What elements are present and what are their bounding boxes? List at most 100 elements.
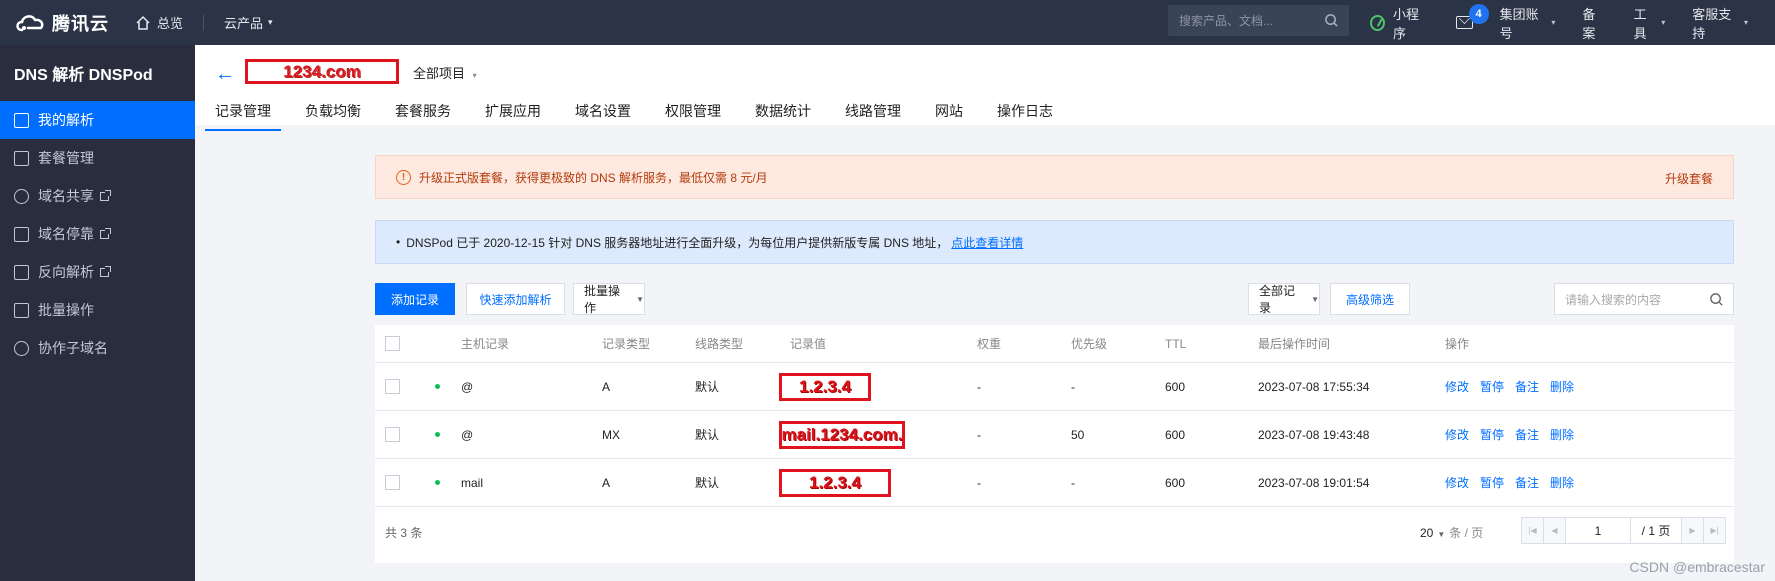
- search-icon[interactable]: [1709, 292, 1724, 307]
- add-record-button[interactable]: 添加记录: [375, 283, 455, 315]
- brand-logo[interactable]: 腾讯云: [0, 10, 127, 36]
- row-checkbox[interactable]: [385, 427, 400, 442]
- delete-link[interactable]: 删除: [1550, 426, 1574, 443]
- type-cell: A: [602, 379, 611, 394]
- support-menu[interactable]: 客服支持 ▾: [1692, 4, 1748, 42]
- line-cell: 默认: [695, 380, 720, 394]
- tab-records[interactable]: 记录管理: [205, 101, 281, 131]
- tab-statistics[interactable]: 数据统计: [755, 101, 811, 124]
- col-value: 记录值: [790, 337, 827, 351]
- remark-link[interactable]: 备注: [1515, 474, 1539, 491]
- tab-operation-log[interactable]: 操作日志: [997, 101, 1053, 124]
- delete-link[interactable]: 删除: [1550, 378, 1574, 395]
- external-link-icon: [100, 227, 111, 239]
- pause-link[interactable]: 暂停: [1480, 426, 1504, 443]
- ttl-cell: 600: [1165, 427, 1186, 442]
- time-cell: 2023-07-08 19:01:54: [1258, 475, 1370, 490]
- sidebar-item-my-dns[interactable]: 我的解析: [0, 101, 195, 139]
- tools-menu[interactable]: 工具 ▾: [1634, 4, 1666, 42]
- mini-program-link[interactable]: 小程序: [1370, 4, 1429, 42]
- back-arrow-icon[interactable]: ←: [215, 63, 235, 86]
- sidebar-item-packages[interactable]: 套餐管理: [0, 139, 195, 177]
- batch-icon: [14, 302, 29, 318]
- tab-lines[interactable]: 线路管理: [845, 101, 901, 124]
- pagination: |◀ ◀ 1 / 1 页 ▶ ▶|: [1521, 517, 1726, 544]
- prev-page-icon[interactable]: ◀: [1544, 518, 1566, 543]
- status-enabled-icon: [435, 384, 440, 389]
- record-filter-select[interactable]: 全部记录 ▼: [1248, 283, 1320, 315]
- last-page-icon[interactable]: ▶|: [1703, 518, 1725, 543]
- sidebar-item-domain-share[interactable]: 域名共享: [0, 177, 195, 215]
- nav-products-menu[interactable]: 云产品 ▾: [224, 13, 273, 32]
- tab-domain-settings[interactable]: 域名设置: [575, 101, 631, 124]
- package-icon: [14, 150, 29, 166]
- remark-link[interactable]: 备注: [1515, 426, 1539, 443]
- tab-extensions[interactable]: 扩展应用: [485, 101, 541, 124]
- sidebar-item-domain-parking[interactable]: 域名停靠: [0, 215, 195, 253]
- page-size-value: 20: [1420, 526, 1434, 540]
- weight-cell: -: [977, 427, 981, 442]
- sidebar-item-subdomain[interactable]: 协作子域名: [0, 329, 195, 367]
- page-size-select[interactable]: 20 ▼ 条 / 页: [1420, 524, 1483, 541]
- select-all-checkbox[interactable]: [385, 336, 400, 351]
- select-all-cell: [385, 325, 400, 362]
- pause-link[interactable]: 暂停: [1480, 474, 1504, 491]
- first-page-icon[interactable]: |◀: [1522, 518, 1544, 543]
- sidebar-item-label: 套餐管理: [38, 150, 94, 166]
- batch-operations-select[interactable]: 批量操作 ▼: [573, 283, 645, 315]
- mail-button[interactable]: 4: [1455, 4, 1489, 29]
- top-search-input[interactable]: 搜索产品、文档...: [1168, 5, 1349, 36]
- record-link[interactable]: 备案: [1582, 4, 1606, 42]
- next-page-icon[interactable]: ▶: [1681, 518, 1703, 543]
- project-select[interactable]: 全部项目 ▾: [413, 63, 477, 82]
- ttl-cell: 600: [1165, 379, 1186, 394]
- details-link[interactable]: 点此查看详情: [951, 234, 1023, 251]
- edit-link[interactable]: 修改: [1445, 474, 1469, 491]
- sidebar-title: DNS 解析 DNSPod: [14, 67, 153, 84]
- value-text: mail.1234.com.: [781, 424, 903, 444]
- chevron-down-icon: ▾: [1743, 18, 1748, 27]
- edit-link[interactable]: 修改: [1445, 378, 1469, 395]
- nav-divider: [203, 14, 205, 31]
- upgrade-package-link[interactable]: 升级套餐: [1665, 170, 1713, 187]
- table-header: 主机记录 记录类型 线路类型 记录值 权重 优先级 TTL 最后操作时间 操作: [375, 325, 1734, 363]
- dns-icon: [14, 112, 29, 128]
- globe-icon: [14, 340, 29, 356]
- sidebar-item-reverse-dns[interactable]: 反向解析: [0, 253, 195, 291]
- tab-permissions[interactable]: 权限管理: [665, 101, 721, 124]
- row-checkbox-cell: [385, 411, 400, 458]
- page-number-input[interactable]: 1: [1566, 518, 1631, 543]
- chevron-down-icon: ▼: [636, 294, 644, 304]
- domain-name: 1234.com: [245, 59, 399, 84]
- top-search-placeholder: 搜索产品、文档...: [1179, 14, 1274, 28]
- page-size-unit: 条 / 页: [1449, 526, 1484, 540]
- group-account-menu[interactable]: 集团账号 ▾: [1500, 4, 1556, 42]
- value-cell: 1.2.3.4: [779, 459, 891, 506]
- delete-link[interactable]: 删除: [1550, 474, 1574, 491]
- tab-package-service[interactable]: 套餐服务: [395, 101, 451, 124]
- quick-add-button[interactable]: 快速添加解析: [466, 283, 565, 315]
- record-search-input[interactable]: 请输入搜索的内容: [1554, 283, 1734, 315]
- support-label: 客服支持: [1692, 6, 1732, 41]
- chevron-down-icon: ▾: [268, 17, 273, 27]
- nav-home[interactable]: 总览: [135, 13, 183, 32]
- sidebar-item-label: 域名停靠: [38, 226, 94, 242]
- sidebar-item-batch[interactable]: 批量操作: [0, 291, 195, 329]
- row-checkbox-cell: [385, 363, 400, 410]
- edit-link[interactable]: 修改: [1445, 426, 1469, 443]
- row-checkbox[interactable]: [385, 379, 400, 394]
- search-icon[interactable]: [1324, 13, 1339, 28]
- pause-link[interactable]: 暂停: [1480, 378, 1504, 395]
- chevron-down-icon: ▼: [1311, 294, 1319, 304]
- main-content: ! 升级正式版套餐，获得更极致的 DNS 解析服务，最低仅需 8 元/月 升级套…: [195, 125, 1775, 581]
- value-cell: 1.2.3.4: [779, 363, 871, 410]
- col-type: 记录类型: [602, 337, 651, 351]
- row-checkbox[interactable]: [385, 475, 400, 490]
- status-cell: [435, 411, 440, 458]
- col-line: 线路类型: [695, 337, 744, 351]
- cloud-logo-icon: [16, 14, 44, 31]
- advanced-filter-button[interactable]: 高级筛选: [1330, 283, 1410, 315]
- remark-link[interactable]: 备注: [1515, 378, 1539, 395]
- tab-website[interactable]: 网站: [935, 101, 963, 124]
- tab-load-balance[interactable]: 负载均衡: [305, 101, 361, 124]
